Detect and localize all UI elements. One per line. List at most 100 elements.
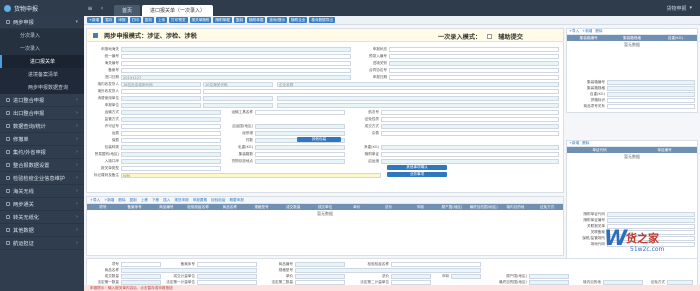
record-no-field[interactable]: [121, 67, 351, 73]
container-delete-button[interactable]: 删除: [595, 29, 602, 34]
declaration-type-field[interactable]: [121, 165, 221, 171]
legal-qty2-field[interactable]: [295, 279, 345, 285]
sidebar-item-import-declaration[interactable]: 进口报关单: [0, 55, 84, 68]
toolbar-new-button[interactable]: +新增: [87, 17, 102, 23]
consolidation-flag-field[interactable]: [607, 97, 695, 103]
total-price-field[interactable]: [391, 273, 431, 279]
sidebar-item-modify-withdraw[interactable]: 修撤单 ›: [0, 133, 84, 146]
sidebar-item-single-entry[interactable]: 一次录入: [0, 42, 84, 55]
toolbar-company-button[interactable]: 随附企业: [289, 17, 308, 23]
unified-no-field[interactable]: [121, 53, 351, 59]
pre-entry-no-field[interactable]: [389, 53, 559, 59]
goods-copy-button[interactable]: 复制: [130, 198, 137, 203]
vessel-name-field[interactable]: [255, 109, 345, 115]
goods-import-button[interactable]: +导入: [90, 198, 100, 203]
toolbar-upload-button[interactable]: 上传: [155, 17, 168, 23]
toolbar-save-button[interactable]: 暂存: [103, 17, 115, 23]
goods-standard-button[interactable]: 规范申报: [174, 198, 188, 203]
container-weight-field[interactable]: [607, 91, 695, 97]
goods-summary-button[interactable]: 概要申报: [229, 198, 243, 203]
inspection-name-field[interactable]: [391, 261, 481, 267]
currency-field[interactable]: [451, 273, 481, 279]
remarks-field[interactable]: N/M: [121, 172, 381, 178]
misc-fee-field[interactable]: [381, 130, 559, 136]
sidebar-item-other-data[interactable]: 其他数据 ›: [0, 224, 84, 237]
levy-mode-field[interactable]: [667, 279, 693, 285]
consignee-code-field[interactable]: 10位海关代码: [203, 81, 273, 87]
consignee-credit-field[interactable]: 18位社会信用代码: [121, 81, 201, 87]
sidebar-item-wireless[interactable]: 海关无线 ›: [0, 185, 84, 198]
customs-field[interactable]: [121, 46, 351, 52]
tab-home[interactable]: 首页: [114, 5, 141, 16]
consignee-name-field[interactable]: 企业名称: [277, 81, 559, 87]
spec-model-field[interactable]: [295, 267, 481, 273]
departure-port-field[interactable]: [381, 158, 559, 164]
supervision-mode-field[interactable]: [121, 116, 221, 122]
goods-relation-field[interactable]: [607, 103, 695, 109]
status-field[interactable]: [389, 46, 559, 52]
sidebar-item-transit[interactable]: 转关无纸化 ›: [0, 211, 84, 224]
toolbar-export-button[interactable]: 核对数据导出: [309, 17, 335, 23]
overseas-name-field[interactable]: [203, 88, 559, 94]
item-no-field[interactable]: [121, 261, 161, 267]
toolbar-copy-button[interactable]: 复制: [142, 17, 154, 23]
sidebar-item-entry-record[interactable]: 进境备案清单: [0, 68, 84, 81]
record-seq-field[interactable]: [197, 261, 257, 267]
toolbar-preview-button[interactable]: 打印预览: [169, 17, 188, 23]
entry-port-code-field[interactable]: [121, 158, 221, 164]
transport-mode-field[interactable]: [121, 109, 221, 115]
import-date-field[interactable]: 20191227: [121, 74, 351, 80]
license-no-field[interactable]: [121, 123, 221, 129]
doc-code-field[interactable]: [607, 211, 695, 217]
declarant-name-field[interactable]: [277, 102, 559, 108]
deal-unit-field[interactable]: [197, 273, 257, 279]
assist-submit-checkbox[interactable]: [487, 34, 493, 39]
customs-no-field[interactable]: [121, 60, 351, 66]
goods-insert-button[interactable]: 插入: [163, 198, 170, 203]
sidebar-item-inspection[interactable]: 检验检疫企业信息维护 ›: [0, 172, 84, 185]
goods-inspection-button[interactable]: 检验检疫: [211, 198, 225, 203]
gross-weight-field[interactable]: [255, 144, 345, 150]
sidebar-item-import-integrated[interactable]: 进口整合申报 ›: [0, 94, 84, 107]
freight-field[interactable]: [121, 130, 221, 136]
levy-nature-field[interactable]: [381, 116, 559, 122]
domestic-dest-field[interactable]: [603, 279, 643, 285]
sidebar-item-data-query[interactable]: 数据查询/统计 ›: [0, 120, 84, 133]
toolbar-attach-button[interactable]: 报关单随附: [189, 17, 212, 23]
goods-elements-button[interactable]: 申报要素: [193, 198, 207, 203]
sidebar-item-two-step-query[interactable]: 两步申报数据查询: [0, 81, 84, 94]
other-packaging-button[interactable]: 其他包装: [297, 137, 341, 142]
entry-port-field[interactable]: [389, 60, 559, 66]
overseas-consignor-field[interactable]: [121, 88, 201, 94]
container-count-field[interactable]: [255, 151, 345, 157]
sidebar-item-shipping-guarantee[interactable]: 航运担证 ›: [0, 237, 84, 250]
business-items-button[interactable]: 业务事项: [387, 172, 447, 177]
prev-tab-icon[interactable]: ‹: [96, 0, 108, 16]
goods-name-field[interactable]: [121, 267, 257, 273]
net-weight-field[interactable]: [381, 144, 559, 150]
container-spec-field[interactable]: [607, 85, 695, 91]
insurance-field[interactable]: [121, 137, 221, 143]
departure-country-field[interactable]: [255, 123, 345, 129]
declarant-code-field[interactable]: [203, 102, 273, 108]
trade-country-field[interactable]: [121, 151, 221, 157]
container-no-field[interactable]: [607, 79, 695, 85]
voyage-no-field[interactable]: [381, 109, 559, 115]
sidebar-item-intensive[interactable]: 集约/外省申报 ›: [0, 146, 84, 159]
goods-new-button[interactable]: +新增: [104, 198, 114, 203]
other-items-button[interactable]: 其他事项确认: [387, 165, 447, 170]
destination-country-field[interactable]: [529, 279, 569, 285]
consumer-code-field[interactable]: [203, 95, 273, 101]
legal-qty1-field[interactable]: [121, 279, 161, 285]
deal-qty-field[interactable]: [121, 273, 161, 279]
contract-no-field[interactable]: [389, 67, 559, 73]
toolbar-declare-button[interactable]: 申报: [116, 17, 128, 23]
goods-down-button[interactable]: 下移: [152, 198, 159, 203]
container-new-button[interactable]: +新增: [582, 29, 592, 34]
container-import-button[interactable]: +导入: [569, 29, 579, 34]
sidebar-item-export-integrated[interactable]: 出口整合申报 ›: [0, 107, 84, 120]
declare-date-field[interactable]: [389, 74, 559, 80]
toolbar-copy2-button[interactable]: 复制: [233, 17, 246, 23]
goods-delete-button[interactable]: 删除: [118, 198, 125, 203]
legal-unit2-field[interactable]: [391, 279, 431, 285]
